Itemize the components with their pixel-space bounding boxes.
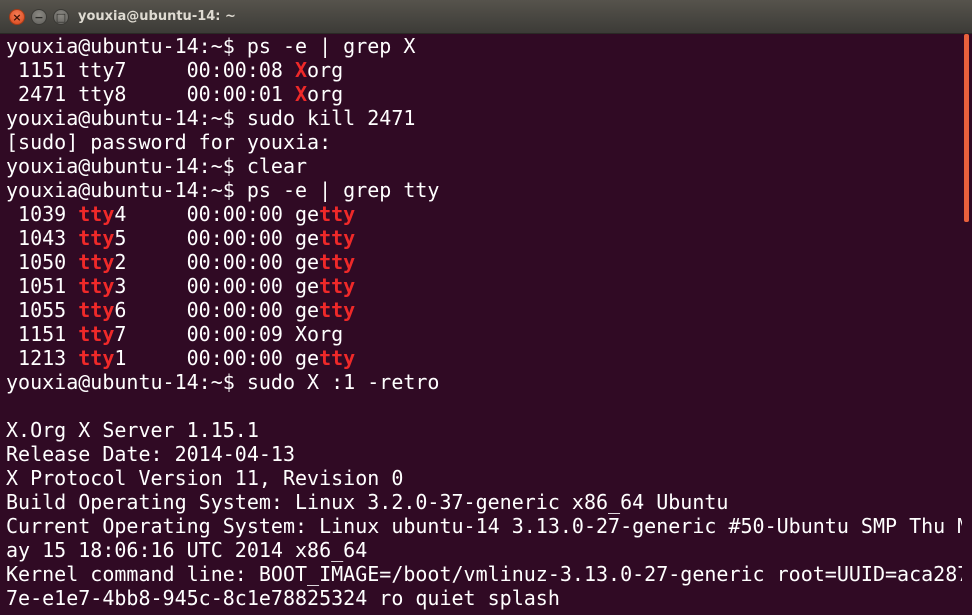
highlighted-match: tty <box>319 250 356 274</box>
line-text: youxia@ubuntu-14:~$ clear <box>6 154 308 178</box>
terminal-line: ay 15 18:06:16 UTC 2014 x86_64 <box>6 538 962 562</box>
line-text: 3 00:00:00 ge <box>114 274 320 298</box>
minimize-button[interactable]: − <box>31 9 47 25</box>
line-text: 5 00:00:00 ge <box>114 226 320 250</box>
terminal-line: Release Date: 2014-04-13 <box>6 442 962 466</box>
terminal-line: youxia@ubuntu-14:~$ clear <box>6 154 962 178</box>
highlighted-match: tty <box>78 346 115 370</box>
close-button[interactable]: × <box>9 9 25 25</box>
scrollbar[interactable] <box>963 34 972 615</box>
highlighted-match: tty <box>319 274 356 298</box>
terminal-line: 1039 tty4 00:00:00 getty <box>6 202 962 226</box>
line-text: org <box>307 58 344 82</box>
terminal-line: 1055 tty6 00:00:00 getty <box>6 298 962 322</box>
line-text: [sudo] password for youxia: <box>6 130 332 154</box>
line-text: 2471 tty8 00:00:01 <box>6 82 295 106</box>
terminal-line: Kernel command line: BOOT_IMAGE=/boot/vm… <box>6 562 962 586</box>
line-text: youxia@ubuntu-14:~$ sudo X :1 -retro <box>6 370 440 394</box>
line-text: Current Operating System: Linux ubuntu-1… <box>6 514 962 538</box>
scrollbar-thumb[interactable] <box>964 34 969 222</box>
line-text: 1151 tty7 00:00:08 <box>6 58 295 82</box>
line-text: 7e-e1e7-4bb8-945c-8c1e78825324 ro quiet … <box>6 586 560 610</box>
terminal-line: 1051 tty3 00:00:00 getty <box>6 274 962 298</box>
terminal-line: youxia@ubuntu-14:~$ sudo kill 2471 <box>6 106 962 130</box>
highlighted-match: tty <box>319 298 356 322</box>
line-text: 1151 <box>6 322 79 346</box>
highlighted-match: tty <box>78 250 115 274</box>
line-text: ay 15 18:06:16 UTC 2014 x86_64 <box>6 538 368 562</box>
terminal-line: X Protocol Version 11, Revision 0 <box>6 466 962 490</box>
highlighted-match: tty <box>78 274 115 298</box>
terminal-line: 2471 tty8 00:00:01 Xorg <box>6 82 962 106</box>
terminal-line: 1151 tty7 00:00:08 Xorg <box>6 58 962 82</box>
terminal-line: 7e-e1e7-4bb8-945c-8c1e78825324 ro quiet … <box>6 586 962 610</box>
highlighted-match: tty <box>319 346 356 370</box>
line-text: 4 00:00:00 ge <box>114 202 320 226</box>
title-bar[interactable]: × − □ youxia@ubuntu-14: ~ <box>0 0 972 34</box>
terminal-window: × − □ youxia@ubuntu-14: ~ youxia@ubuntu-… <box>0 0 972 615</box>
line-text: youxia@ubuntu-14:~$ ps -e | grep tty <box>6 178 440 202</box>
highlighted-match: tty <box>78 322 115 346</box>
window-title: youxia@ubuntu-14: ~ <box>78 9 236 24</box>
terminal-line: 1213 tty1 00:00:00 getty <box>6 346 962 370</box>
line-text: org <box>307 82 344 106</box>
highlighted-match: tty <box>319 226 356 250</box>
terminal-line: youxia@ubuntu-14:~$ ps -e | grep X <box>6 34 962 58</box>
line-text: Kernel command line: BOOT_IMAGE=/boot/vm… <box>6 562 962 586</box>
terminal-output[interactable]: youxia@ubuntu-14:~$ ps -e | grep X 1151 … <box>6 34 962 615</box>
line-text: Release Date: 2014-04-13 <box>6 442 295 466</box>
line-text: 1213 <box>6 346 79 370</box>
highlighted-match: tty <box>78 226 115 250</box>
line-text: 1055 <box>6 298 79 322</box>
terminal-line: [sudo] password for youxia: <box>6 130 962 154</box>
terminal-line: Build Operating System: Linux 3.2.0-37-g… <box>6 490 962 514</box>
highlighted-match: tty <box>78 298 115 322</box>
terminal-line: youxia@ubuntu-14:~$ sudo X :1 -retro <box>6 370 962 394</box>
maximize-button[interactable]: □ <box>53 9 69 25</box>
highlighted-match: X <box>294 82 308 106</box>
highlighted-match: X <box>294 58 308 82</box>
terminal-line: 1050 tty2 00:00:00 getty <box>6 250 962 274</box>
line-text: 1 00:00:00 ge <box>114 346 320 370</box>
line-text: 2 00:00:00 ge <box>114 250 320 274</box>
line-text: youxia@ubuntu-14:~$ sudo kill 2471 <box>6 106 416 130</box>
terminal-line: Current Operating System: Linux ubuntu-1… <box>6 514 962 538</box>
line-text: youxia@ubuntu-14:~$ ps -e | grep X <box>6 34 416 58</box>
terminal-line: 1151 tty7 00:00:09 Xorg <box>6 322 962 346</box>
line-text: 7 00:00:09 Xorg <box>114 322 344 346</box>
line-text: X Protocol Version 11, Revision 0 <box>6 466 404 490</box>
line-text: 1043 <box>6 226 79 250</box>
terminal-line: 1043 tty5 00:00:00 getty <box>6 226 962 250</box>
line-text: X.Org X Server 1.15.1 <box>6 418 259 442</box>
highlighted-match: tty <box>319 202 356 226</box>
line-text: 1051 <box>6 274 79 298</box>
terminal-line: youxia@ubuntu-14:~$ ps -e | grep tty <box>6 178 962 202</box>
line-text: 1050 <box>6 250 79 274</box>
terminal-line: X.Org X Server 1.15.1 <box>6 418 962 442</box>
line-text: 1039 <box>6 202 79 226</box>
highlighted-match: tty <box>78 202 115 226</box>
line-text: Build Operating System: Linux 3.2.0-37-g… <box>6 490 729 514</box>
line-text: 6 00:00:00 ge <box>114 298 320 322</box>
